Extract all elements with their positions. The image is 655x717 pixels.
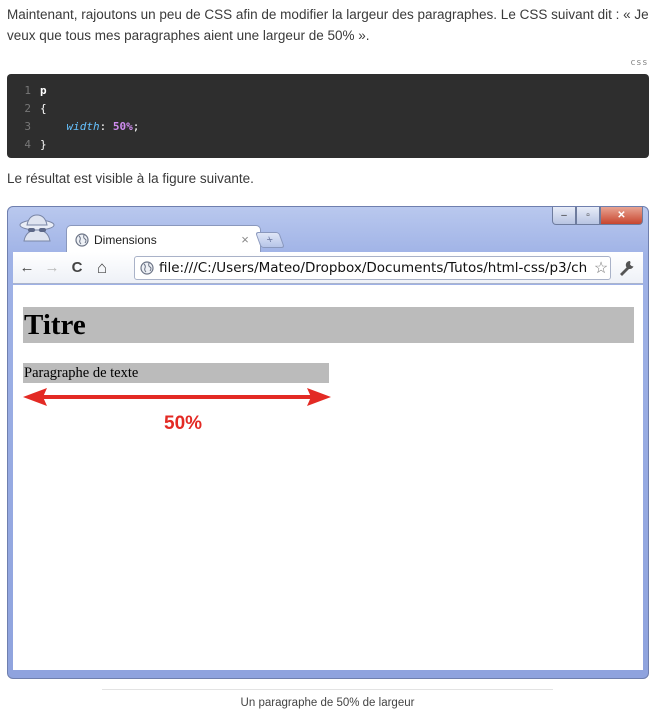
colon: : <box>99 119 107 133</box>
code-line-2: 2 { <box>7 99 649 117</box>
back-button[interactable]: ← <box>16 257 38 279</box>
code-line-1: 1 p <box>7 81 649 99</box>
double-arrow-icon <box>23 388 331 406</box>
line-number: 3 <box>24 119 31 133</box>
tab-title: Dimensions <box>94 232 157 247</box>
line-number: 2 <box>24 101 31 115</box>
globe-icon <box>140 261 154 275</box>
css-value: 50% <box>112 119 133 133</box>
code-language-label: css <box>630 58 648 68</box>
width-annotation: 50% <box>164 413 203 434</box>
code-line-4: 4 } <box>7 135 649 153</box>
close-brace: } <box>40 137 47 151</box>
wrench-icon[interactable] <box>617 258 637 278</box>
browser-screenshot: – ▫ ✕ Dimensions × + ← → C ⌂ file:///C:/… <box>7 206 649 679</box>
address-bar[interactable]: file:///C:/Users/Mateo/Dropbox/Documents… <box>134 256 611 280</box>
window-controls: – ▫ ✕ <box>552 207 643 225</box>
page-paragraph: Paragraphe de texte <box>23 363 329 383</box>
figure-caption: Un paragraphe de 50% de largeur <box>240 697 415 709</box>
result-paragraph: Le résultat est visible à la figure suiv… <box>7 171 254 186</box>
globe-icon <box>75 232 89 247</box>
maximize-button[interactable]: ▫ <box>576 207 600 225</box>
new-tab-button[interactable]: + <box>255 232 285 248</box>
code-line-3: 3 width: 50%; <box>7 117 649 135</box>
css-property: width <box>66 119 100 133</box>
url-text[interactable]: file:///C:/Users/Mateo/Dropbox/Documents… <box>159 260 592 276</box>
minimize-button[interactable]: – <box>552 207 576 225</box>
line-number: 4 <box>24 137 31 151</box>
close-window-button[interactable]: ✕ <box>600 207 643 225</box>
code-block: 1 p 2 { 3 width: 50%; 4 } <box>7 74 649 158</box>
bookmark-star-icon[interactable]: ☆ <box>592 258 610 278</box>
tab-close-icon[interactable]: × <box>238 232 252 247</box>
forward-button[interactable]: → <box>41 257 63 279</box>
home-button[interactable]: ⌂ <box>91 257 113 279</box>
line-number: 1 <box>24 83 31 97</box>
open-brace: { <box>40 101 47 115</box>
page-heading: Titre <box>23 307 634 343</box>
css-selector: p <box>40 83 47 97</box>
tab-dimensions[interactable]: Dimensions × <box>66 225 261 253</box>
caption-divider <box>102 689 553 690</box>
browser-viewport: Titre Paragraphe de texte 50% <box>13 285 643 670</box>
browser-toolbar: ← → C ⌂ file:///C:/Users/Mateo/Dropbox/D… <box>13 252 643 284</box>
reload-button[interactable]: C <box>66 257 88 279</box>
intro-paragraph: Maintenant, rajoutons un peu de CSS afin… <box>7 7 649 43</box>
semicolon: ; <box>132 119 140 133</box>
incognito-icon <box>19 214 55 242</box>
